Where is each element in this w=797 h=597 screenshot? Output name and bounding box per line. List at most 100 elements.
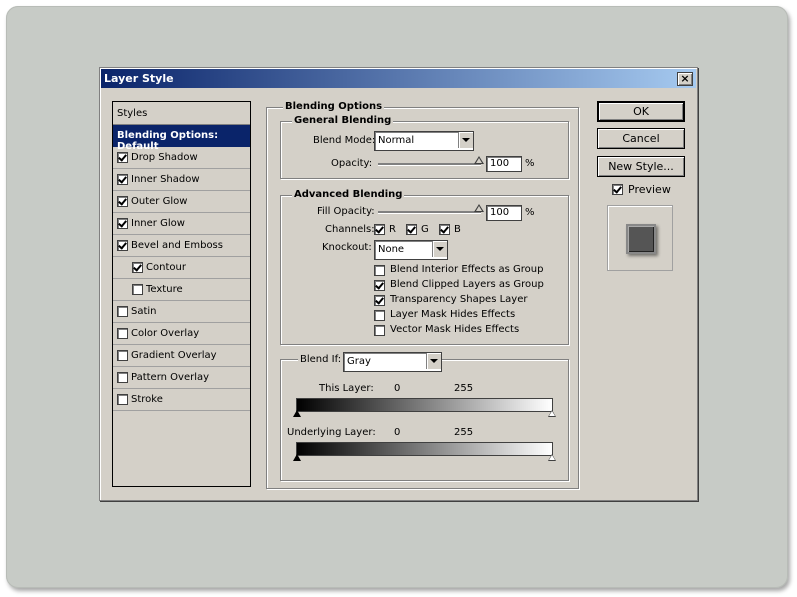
style-checkbox[interactable]: [117, 196, 128, 207]
fill-opacity-slider-thumb[interactable]: [474, 204, 484, 212]
sidebar-item-inner-glow[interactable]: Inner Glow: [113, 213, 250, 235]
blend-if-group: [280, 359, 569, 481]
option-checkbox[interactable]: [374, 265, 385, 276]
underlying-layer-black-slider[interactable]: [293, 454, 301, 461]
opacity-slider-track[interactable]: [378, 163, 481, 166]
style-checkbox[interactable]: [117, 240, 128, 251]
option-checkbox[interactable]: [374, 295, 385, 306]
underlying-layer-gradient: [296, 442, 553, 456]
this-layer-label: This Layer:: [319, 383, 374, 394]
sidebar-item-bevel-and-emboss[interactable]: Bevel and Emboss: [113, 235, 250, 257]
blend-if-select[interactable]: Gray: [343, 352, 442, 372]
sidebar-item-label: Bevel and Emboss: [131, 240, 223, 251]
channel-label: B: [454, 224, 461, 235]
style-checkbox[interactable]: [117, 218, 128, 229]
knockout-label: Knockout:: [322, 242, 372, 253]
blend-mode-value: Normal: [378, 135, 415, 146]
this-layer-white-slider[interactable]: [548, 410, 556, 417]
style-checkbox[interactable]: [117, 350, 128, 361]
sidebar-item-inner-shadow[interactable]: Inner Shadow: [113, 169, 250, 191]
channel-label: R: [389, 224, 396, 235]
chevron-down-icon[interactable]: [458, 132, 473, 148]
advanced-blending-title: Advanced Blending: [292, 189, 405, 200]
chevron-down-icon[interactable]: [432, 241, 447, 257]
option-checkbox[interactable]: [374, 325, 385, 336]
style-checkbox[interactable]: [117, 394, 128, 405]
opacity-label: Opacity:: [331, 158, 373, 169]
opacity-slider-thumb[interactable]: [474, 156, 484, 164]
sidebar-item-blending-options[interactable]: Blending Options: Default: [113, 125, 250, 152]
styles-header-label: Styles: [117, 108, 148, 119]
style-checkbox[interactable]: [132, 262, 143, 273]
opacity-value: 100: [490, 158, 510, 169]
option-label: Vector Mask Hides Effects: [390, 324, 520, 335]
channels-label: Channels:: [325, 224, 375, 235]
sidebar-item-pattern-overlay[interactable]: Pattern Overlay: [113, 367, 250, 389]
option-checkbox[interactable]: [374, 310, 385, 321]
sidebar-item-label: Pattern Overlay: [131, 372, 210, 383]
channel-label: G: [421, 224, 429, 235]
sidebar-item-color-overlay[interactable]: Color Overlay: [113, 323, 250, 345]
style-checkbox[interactable]: [117, 152, 128, 163]
sidebar-item-label: Color Overlay: [131, 328, 200, 339]
underlying-layer-label: Underlying Layer:: [287, 427, 376, 438]
knockout-value: None: [378, 244, 405, 255]
sidebar-item-stroke[interactable]: Stroke: [113, 389, 250, 411]
title-bar[interactable]: Layer Style ×: [101, 69, 696, 88]
sidebar-item-label: Outer Glow: [131, 196, 188, 207]
sidebar-item-label: Gradient Overlay: [131, 350, 217, 361]
channel-b-checkbox[interactable]: [439, 224, 450, 235]
blend-mode-select[interactable]: Normal: [374, 131, 474, 151]
sidebar-item-outer-glow[interactable]: Outer Glow: [113, 191, 250, 213]
style-checkbox[interactable]: [117, 174, 128, 185]
style-checkbox[interactable]: [117, 306, 128, 317]
option-label: Blend Interior Effects as Group: [390, 264, 544, 275]
sidebar-item-label: Texture: [146, 284, 183, 295]
option-label: Layer Mask Hides Effects: [390, 309, 516, 320]
sidebar-item-label: Satin: [131, 306, 157, 317]
sidebar-item-satin[interactable]: Satin: [113, 301, 250, 323]
blend-if-value: Gray: [347, 356, 371, 367]
close-icon[interactable]: ×: [677, 72, 693, 86]
underlying-layer-white-slider[interactable]: [548, 454, 556, 461]
cancel-button[interactable]: Cancel: [597, 128, 685, 149]
this-layer-black-slider[interactable]: [293, 410, 301, 417]
preview-checkbox[interactable]: [612, 184, 623, 195]
channel-g-checkbox[interactable]: [406, 224, 417, 235]
new-style-button[interactable]: New Style...: [597, 156, 685, 177]
sidebar-item-label: Stroke: [131, 394, 163, 405]
sidebar-item-contour[interactable]: Contour: [113, 257, 250, 279]
preview-thumbnail: [607, 205, 673, 271]
this-layer-max: 255: [454, 383, 474, 394]
sidebar-item-texture[interactable]: Texture: [113, 279, 250, 301]
fill-opacity-slider-track[interactable]: [378, 211, 481, 214]
styles-header[interactable]: Styles: [113, 102, 250, 125]
style-checkbox[interactable]: [117, 372, 128, 383]
fill-opacity-label: Fill Opacity:: [317, 206, 375, 217]
option-checkbox[interactable]: [374, 280, 385, 291]
style-checkbox[interactable]: [117, 328, 128, 339]
opacity-input[interactable]: 100: [486, 156, 522, 172]
blend-if-label: Blend If:: [298, 354, 344, 365]
dialog-title: Layer Style: [104, 72, 174, 85]
sidebar-item-label: Contour: [146, 262, 186, 273]
preview-label: Preview: [628, 183, 671, 196]
style-checkbox[interactable]: [132, 284, 143, 295]
sidebar-item-label: Inner Glow: [131, 218, 185, 229]
fill-opacity-value: 100: [490, 207, 510, 218]
opacity-unit: %: [525, 158, 535, 169]
sidebar-item-label: Inner Shadow: [131, 174, 200, 185]
sidebar-item-gradient-overlay[interactable]: Gradient Overlay: [113, 345, 250, 367]
fill-opacity-unit: %: [525, 207, 535, 218]
fill-opacity-input[interactable]: 100: [486, 205, 522, 221]
this-layer-gradient: [296, 398, 553, 412]
option-label: Blend Clipped Layers as Group: [390, 279, 544, 290]
chevron-down-icon[interactable]: [426, 353, 441, 369]
channel-r-checkbox[interactable]: [374, 224, 385, 235]
ok-button[interactable]: OK: [597, 101, 685, 122]
knockout-select[interactable]: None: [374, 240, 448, 260]
sidebar-item-drop-shadow[interactable]: Drop Shadow: [113, 147, 250, 169]
preview-swatch: [626, 224, 656, 254]
layer-style-dialog: Layer Style × Styles Blending Options: D…: [99, 67, 698, 501]
styles-list: Styles Blending Options: Default Drop Sh…: [112, 101, 251, 487]
